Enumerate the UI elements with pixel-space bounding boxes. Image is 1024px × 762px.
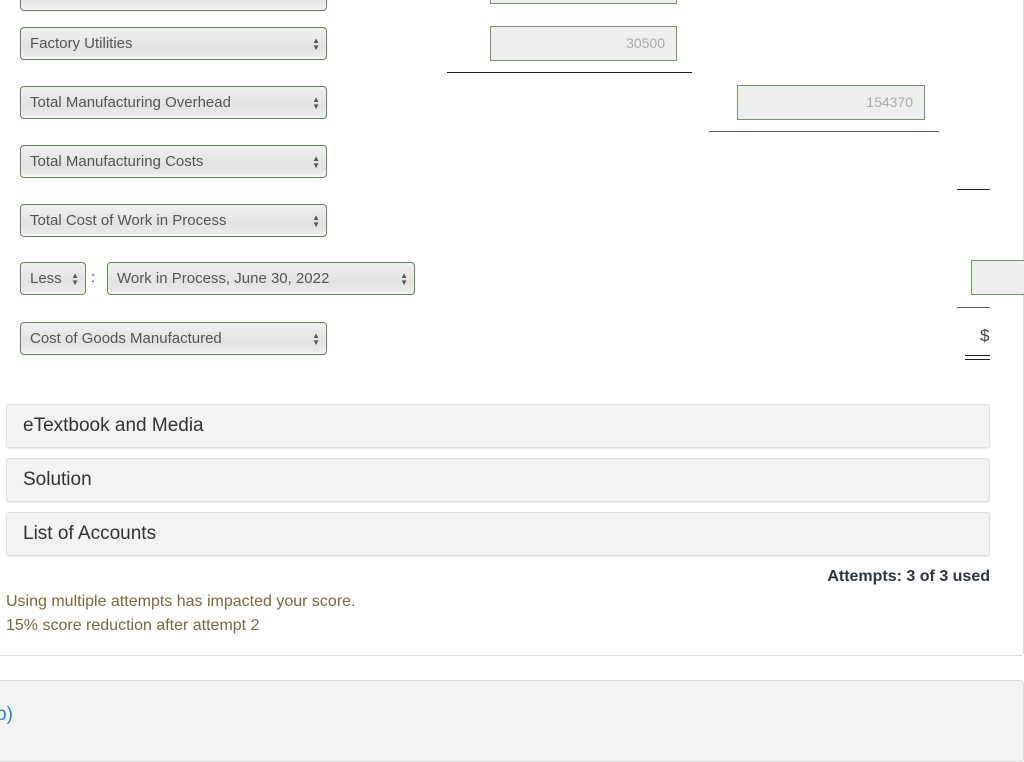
next-part-link[interactable]: b) [0,704,13,726]
amount-value: 30500 [626,35,665,51]
accordion-solution[interactable]: Solution [6,458,990,502]
account-select-total-manufacturing-overhead[interactable]: Total Manufacturing Overhead ▲ ▼ [20,86,327,119]
accordion-etextbook-and-media[interactable]: eTextbook and Media [6,404,990,448]
select-value: Cost of Goods Manufactured [30,330,222,347]
select-value: Total Cost of Work in Process [30,212,227,229]
account-select-factory-utilities[interactable]: Factory Utilities ▲ ▼ [20,27,327,60]
amount-input-work-in-process-ending[interactable] [971,260,1024,295]
amount-input-total-manufacturing-overhead[interactable]: 154370 [737,85,925,120]
accordion-label: List of Accounts [23,523,157,544]
subtotal-underline [709,131,939,132]
account-select-total-manufacturing-costs[interactable]: Total Manufacturing Costs ▲ ▼ [20,145,327,178]
score-reduction-notice: 15% score reduction after attempt 2 [6,617,260,634]
score-impact-notice: Using multiple attempts has impacted you… [6,593,356,610]
amount-input-factory-utilities[interactable]: 30500 [490,26,677,61]
select-arrows-icon: ▲ ▼ [312,330,320,347]
select-arrows-icon: ▲ ▼ [71,270,79,287]
select-value: Factory Utilities [30,35,133,52]
less-add-select[interactable]: Less ▲ ▼ [20,262,86,295]
account-select-work-in-process-ending[interactable]: Work in Process, June 30, 2022 ▲ ▼ [107,262,415,295]
select-arrows-icon: ▲ ▼ [312,212,320,229]
total-underline [957,189,990,190]
amount-value: 154370 [866,94,913,110]
attempts-counter: Attempts: 3 of 3 used [827,568,990,585]
account-select-total-cost-of-work-in-process[interactable]: Total Cost of Work in Process ▲ ▼ [20,204,327,237]
accordion-label: eTextbook and Media [23,415,204,436]
select-value: Work in Process, June 30, 2022 [117,270,330,287]
double-underline-top [965,355,990,356]
select-value: Less [30,270,62,287]
subtotal-underline [957,307,990,308]
account-select-cost-of-goods-manufactured[interactable]: Cost of Goods Manufactured ▲ ▼ [20,322,327,355]
next-part-panel [0,680,1024,762]
double-underline-bottom [965,359,990,360]
amount-input-previous[interactable] [490,0,677,4]
select-arrows-icon: ▲ ▼ [312,94,320,111]
account-select-previous[interactable] [20,0,327,11]
accordion-list-of-accounts[interactable]: List of Accounts [6,512,990,556]
select-value: Total Manufacturing Overhead [30,94,231,111]
select-value: Total Manufacturing Costs [30,153,204,170]
select-arrows-icon: ▲ ▼ [312,35,320,52]
colon-separator: : [91,269,96,286]
accordion-label: Solution [23,469,92,490]
subtotal-underline [447,72,692,73]
currency-symbol: $ [980,326,990,345]
select-arrows-icon: ▲ ▼ [400,270,408,287]
select-arrows-icon: ▲ ▼ [312,153,320,170]
